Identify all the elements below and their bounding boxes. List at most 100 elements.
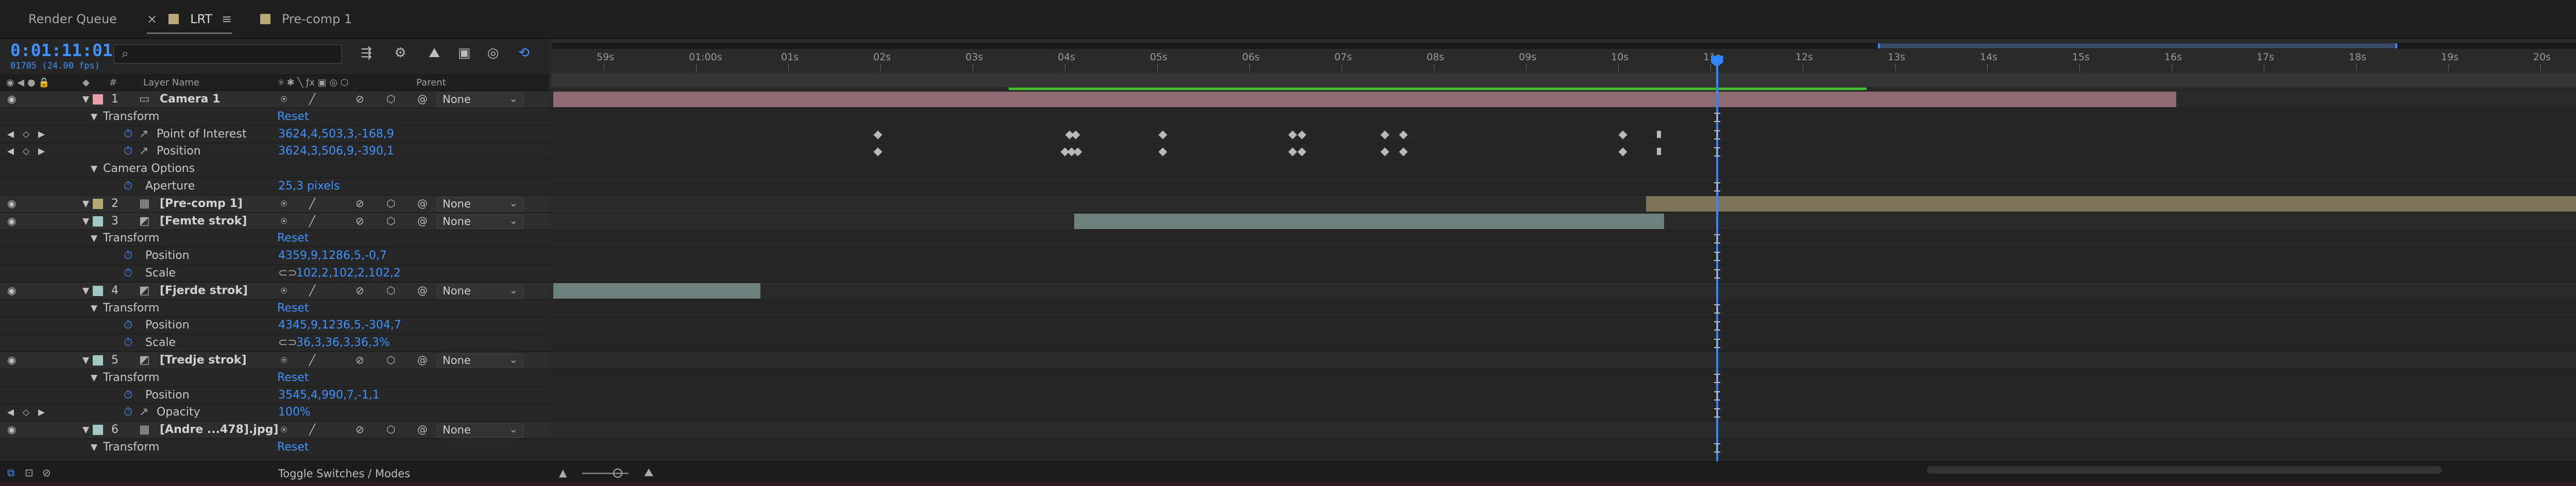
video-visibility-icon[interactable]: ◉ — [7, 423, 16, 436]
property-row[interactable]: ◀ ◇ ▶ ⏱ ↗ Point of Interest 3624,4,503,3,-168,… — [0, 126, 549, 143]
video-visibility-icon[interactable]: ◉ — [7, 354, 16, 366]
stopwatch-icon[interactable]: ⏱ — [124, 267, 132, 280]
twirl-down-icon[interactable]: ▼ — [82, 94, 89, 105]
next-keyframe-icon[interactable]: ▶ — [38, 129, 45, 140]
quality-switch-icon[interactable]: ╱ — [309, 215, 315, 227]
toggle-icon[interactable] — [520, 42, 542, 64]
constrain-proportions-icon[interactable]: ⊂⊃ — [278, 267, 297, 280]
property-group-row[interactable]: ▼ Transform Reset — [0, 230, 549, 248]
zoom-in-icon[interactable]: ⛰ — [644, 466, 653, 479]
property-value[interactable]: 36,3,36,3,36,3% — [296, 336, 390, 349]
timeline-track-row[interactable] — [549, 335, 2576, 352]
constrain-proportions-icon[interactable]: ⊂⊃ — [278, 336, 297, 349]
quality-switch-icon[interactable]: ╱ — [309, 354, 315, 366]
add-keyframe-icon[interactable]: ◇ — [23, 146, 29, 157]
timeline-track-row[interactable] — [549, 126, 2576, 143]
3d-layer-switch-icon[interactable]: ⬡ — [386, 354, 395, 366]
add-keyframe-icon[interactable]: ◇ — [23, 407, 29, 418]
tab-render-queue[interactable]: Render Queue — [28, 0, 117, 38]
shy-switch-icon[interactable]: ⍟ — [281, 215, 287, 227]
timeline-track-row[interactable] — [549, 404, 2576, 422]
pickwhip-icon[interactable]: @ — [417, 354, 428, 366]
zoom-out-icon[interactable]: ▲ — [559, 466, 567, 479]
search-input[interactable]: ⌕ — [113, 44, 342, 64]
pickwhip-icon[interactable]: @ — [417, 423, 428, 436]
layer-duration-bar[interactable] — [1074, 213, 1665, 229]
motion-blur-switch-icon[interactable]: ⊘ — [355, 197, 364, 210]
previous-keyframe-icon[interactable]: ◀ — [7, 146, 14, 157]
stopwatch-icon[interactable]: ⏱ — [124, 389, 132, 402]
property-group-row[interactable]: ▼ Transform Reset — [0, 369, 549, 387]
video-visibility-icon[interactable]: ◉ — [7, 93, 16, 105]
motion-blur-switch-icon[interactable]: ⊘ — [355, 423, 364, 436]
property-group-row[interactable]: ▼ Transform Reset — [0, 300, 549, 317]
layer-label-color[interactable] — [93, 198, 103, 209]
close-icon[interactable]: × — [147, 12, 157, 26]
toggle-switches-modes-button[interactable]: Toggle Switches / Modes — [278, 467, 410, 480]
timeline-track-row[interactable] — [549, 387, 2576, 404]
timeline-track-row[interactable] — [549, 300, 2576, 317]
pickwhip-icon[interactable]: @ — [417, 93, 428, 105]
next-keyframe-icon[interactable]: ▶ — [38, 146, 45, 157]
layer-row[interactable]: ◉ ▼ 1 ▭ Camera 1 ⍟ ╱ ⊘ ⬡ @ None ⌄ — [0, 91, 549, 108]
layer-duration-bar[interactable] — [553, 92, 2176, 107]
property-value[interactable]: 3545,4,990,7,-1,1 — [278, 389, 380, 402]
shy-switch-icon[interactable]: ⍟ — [281, 197, 287, 210]
property-value[interactable]: 3624,4,503,3,-168,9 — [278, 128, 394, 141]
reset-link[interactable]: Reset — [277, 110, 309, 123]
timeline-track-row[interactable] — [549, 422, 2576, 439]
layer-name[interactable]: [Tredje strok] — [160, 354, 247, 367]
twirl-down-icon[interactable]: ▼ — [91, 233, 97, 244]
timeline-track-row[interactable] — [549, 230, 2576, 248]
add-keyframe-icon[interactable]: ◇ — [23, 129, 29, 140]
video-visibility-icon[interactable]: ◉ — [7, 197, 16, 210]
time-navigator-range[interactable] — [1878, 43, 2397, 48]
timeline-track-row[interactable] — [549, 439, 2576, 456]
panel-menu-icon[interactable]: ≡ — [222, 12, 232, 26]
property-value[interactable]: 100% — [278, 406, 311, 419]
in-out-pane-icon[interactable]: ⊘ — [42, 466, 51, 479]
motion-blur-switch-icon[interactable]: ⊘ — [355, 354, 364, 366]
graph-icon[interactable]: ↗ — [139, 145, 148, 158]
tab-lrt[interactable]: × LRT ≡ — [147, 0, 232, 38]
layer-label-color[interactable] — [93, 355, 103, 366]
timeline-track-row[interactable] — [549, 143, 2576, 161]
property-row[interactable]: ⏱ Scale ⊂⊃ 36,3,36,3,36,3% — [0, 335, 549, 352]
horizontal-scrollbar[interactable] — [1927, 466, 2442, 474]
twirl-down-icon[interactable]: ▼ — [91, 303, 97, 314]
parent-dropdown[interactable]: None ⌄ — [437, 214, 523, 229]
reset-link[interactable]: Reset — [277, 371, 309, 384]
3d-layer-switch-icon[interactable]: ⬡ — [386, 215, 395, 227]
property-group-row[interactable]: ▼ Transform Reset — [0, 108, 549, 126]
frame-blending-icon[interactable]: ▣ — [453, 42, 475, 64]
property-group-row[interactable]: ▼ Transform Reset — [0, 439, 549, 456]
comp-mini-flowchart-icon[interactable]: ⇶ — [355, 42, 377, 64]
layer-name[interactable]: [Andre ...478].jpg] — [160, 423, 278, 436]
stopwatch-icon[interactable]: ⏱ — [124, 336, 132, 349]
quality-switch-icon[interactable]: ╱ — [309, 423, 315, 436]
3d-layer-switch-icon[interactable]: ⬡ — [386, 93, 395, 105]
pickwhip-icon[interactable]: @ — [417, 284, 428, 297]
reset-link[interactable]: Reset — [277, 441, 309, 454]
property-value[interactable]: 4359,9,1286,5,-0,7 — [278, 249, 387, 262]
twirl-down-icon[interactable]: ▼ — [82, 355, 89, 366]
shy-switch-icon[interactable]: ⍟ — [281, 284, 287, 297]
timeline-track-row[interactable] — [549, 161, 2576, 178]
parent-dropdown[interactable]: None ⌄ — [437, 423, 523, 438]
work-area-bar[interactable] — [551, 73, 2576, 87]
timeline-track-row[interactable] — [549, 178, 2576, 195]
3d-layer-switch-icon[interactable]: ⬡ — [386, 197, 395, 210]
hide-shy-layers-icon[interactable]: ⛰ — [423, 42, 445, 64]
layer-name[interactable]: [Femte strok] — [160, 215, 247, 228]
twirl-down-icon[interactable]: ▼ — [82, 425, 89, 435]
property-row[interactable]: ◀ ◇ ▶ ⏱ ↗ Opacity 100% — [0, 404, 549, 422]
layer-label-color[interactable] — [93, 425, 103, 436]
quality-switch-icon[interactable]: ╱ — [309, 284, 315, 297]
stopwatch-icon[interactable]: ⏱ — [124, 406, 132, 419]
timeline-track-row[interactable] — [549, 282, 2576, 300]
video-visibility-icon[interactable]: ◉ — [7, 284, 16, 297]
property-row[interactable]: ⏱ Position 4345,9,1236,5,-304,7 — [0, 317, 549, 335]
layer-label-color[interactable] — [93, 216, 103, 227]
shy-switch-icon[interactable]: ⍟ — [281, 423, 287, 436]
stopwatch-icon[interactable]: ⏱ — [124, 145, 132, 158]
